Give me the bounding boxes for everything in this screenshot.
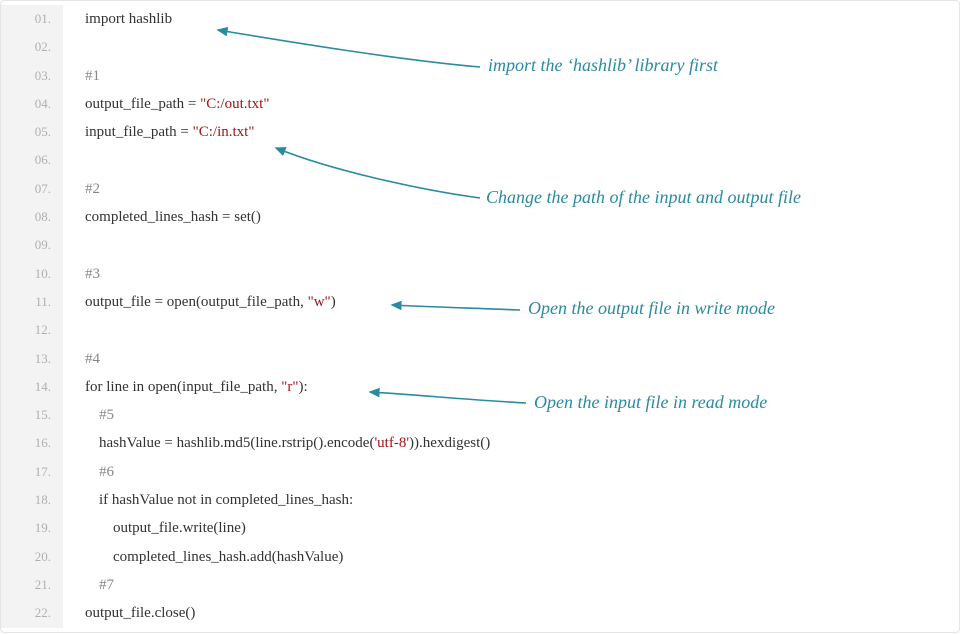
- code-line: 14.for line in open(input_file_path, "r"…: [1, 373, 959, 401]
- line-content: #7: [63, 571, 114, 599]
- line-number: 22.: [1, 599, 63, 627]
- code-line: 03.#1: [1, 62, 959, 90]
- line-number: 10.: [1, 260, 63, 288]
- code-line: 04.output_file_path = "C:/out.txt": [1, 90, 959, 118]
- code-line: 11.output_file = open(output_file_path, …: [1, 288, 959, 316]
- code-line: 15.#5: [1, 401, 959, 429]
- code-line: 16.hashValue = hashlib.md5(line.rstrip()…: [1, 429, 959, 457]
- code-line: 18.if hashValue not in completed_lines_h…: [1, 486, 959, 514]
- line-content: if hashValue not in completed_lines_hash…: [63, 486, 353, 514]
- code-line: 13.#4: [1, 345, 959, 373]
- line-number: 07.: [1, 175, 63, 203]
- line-number: 15.: [1, 401, 63, 429]
- line-content: output_file_path = "C:/out.txt": [63, 90, 269, 118]
- code-line: 17.#6: [1, 458, 959, 486]
- code-line: 09.: [1, 231, 959, 259]
- line-content: #3: [63, 260, 100, 288]
- line-content: completed_lines_hash.add(hashValue): [63, 543, 343, 571]
- code-line: 08.completed_lines_hash = set(): [1, 203, 959, 231]
- line-number: 05.: [1, 118, 63, 146]
- code-line: 22.output_file.close(): [1, 599, 959, 627]
- code-block: 01.import hashlib02.03.#104.output_file_…: [0, 0, 960, 633]
- code-line: 19.output_file.write(line): [1, 514, 959, 542]
- line-content: #5: [63, 401, 114, 429]
- line-number: 06.: [1, 146, 63, 174]
- line-content: output_file = open(output_file_path, "w"…: [63, 288, 336, 316]
- line-number: 02.: [1, 33, 63, 61]
- line-content: import hashlib: [63, 5, 172, 33]
- line-content: #1: [63, 62, 100, 90]
- line-number: 13.: [1, 345, 63, 373]
- code-line: 12.: [1, 316, 959, 344]
- code-line: 07.#2: [1, 175, 959, 203]
- line-number: 20.: [1, 543, 63, 571]
- line-number: 19.: [1, 514, 63, 542]
- code-line: 20.completed_lines_hash.add(hashValue): [1, 543, 959, 571]
- line-number: 09.: [1, 231, 63, 259]
- code-line: 02.: [1, 33, 959, 61]
- line-number: 14.: [1, 373, 63, 401]
- code-line: 10.#3: [1, 260, 959, 288]
- line-number: 03.: [1, 62, 63, 90]
- line-content: output_file.close(): [63, 599, 195, 627]
- line-content: #6: [63, 458, 114, 486]
- line-content: #4: [63, 345, 100, 373]
- line-number: 21.: [1, 571, 63, 599]
- line-content: output_file.write(line): [63, 514, 246, 542]
- line-content: #2: [63, 175, 100, 203]
- line-content: input_file_path = "C:/in.txt": [63, 118, 254, 146]
- code-line: 06.: [1, 146, 959, 174]
- line-content: completed_lines_hash = set(): [63, 203, 261, 231]
- line-number: 16.: [1, 429, 63, 457]
- line-number: 01.: [1, 5, 63, 33]
- code-line: 21.#7: [1, 571, 959, 599]
- code-line: 05.input_file_path = "C:/in.txt": [1, 118, 959, 146]
- line-number: 12.: [1, 316, 63, 344]
- line-number: 04.: [1, 90, 63, 118]
- line-number: 11.: [1, 288, 63, 316]
- line-number: 18.: [1, 486, 63, 514]
- line-number: 17.: [1, 458, 63, 486]
- code-line: 01.import hashlib: [1, 5, 959, 33]
- line-content: hashValue = hashlib.md5(line.rstrip().en…: [63, 429, 490, 457]
- line-content: for line in open(input_file_path, "r"):: [63, 373, 308, 401]
- line-number: 08.: [1, 203, 63, 231]
